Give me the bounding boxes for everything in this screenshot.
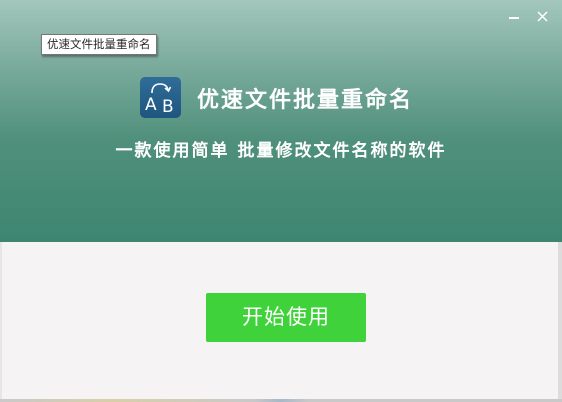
logo-letter-b: B — [162, 97, 174, 117]
app-title: 优速文件批量重命名 — [197, 88, 414, 113]
logo-letter-a: A — [145, 95, 157, 115]
ab-rename-logo-icon: A B — [140, 77, 181, 118]
app-window: 优速文件批量重命名 A B 优速文件批量重命名 一款使用简单 批量修改文件名称的… — [0, 0, 562, 402]
minimize-icon — [509, 17, 519, 19]
main-content: 开始使用 — [0, 242, 562, 402]
close-button[interactable] — [533, 6, 553, 26]
left-edge — [0, 242, 2, 402]
minimize-button[interactable] — [504, 6, 524, 26]
app-subtitle: 一款使用简单 批量修改文件名称的软件 — [115, 141, 447, 161]
window-title-tooltip: 优速文件批量重命名 — [41, 34, 157, 55]
close-icon — [537, 11, 548, 22]
header-banner: 优速文件批量重命名 A B 优速文件批量重命名 一款使用简单 批量修改文件名称的… — [0, 0, 562, 242]
right-edge — [558, 242, 562, 402]
start-button[interactable]: 开始使用 — [206, 293, 366, 342]
